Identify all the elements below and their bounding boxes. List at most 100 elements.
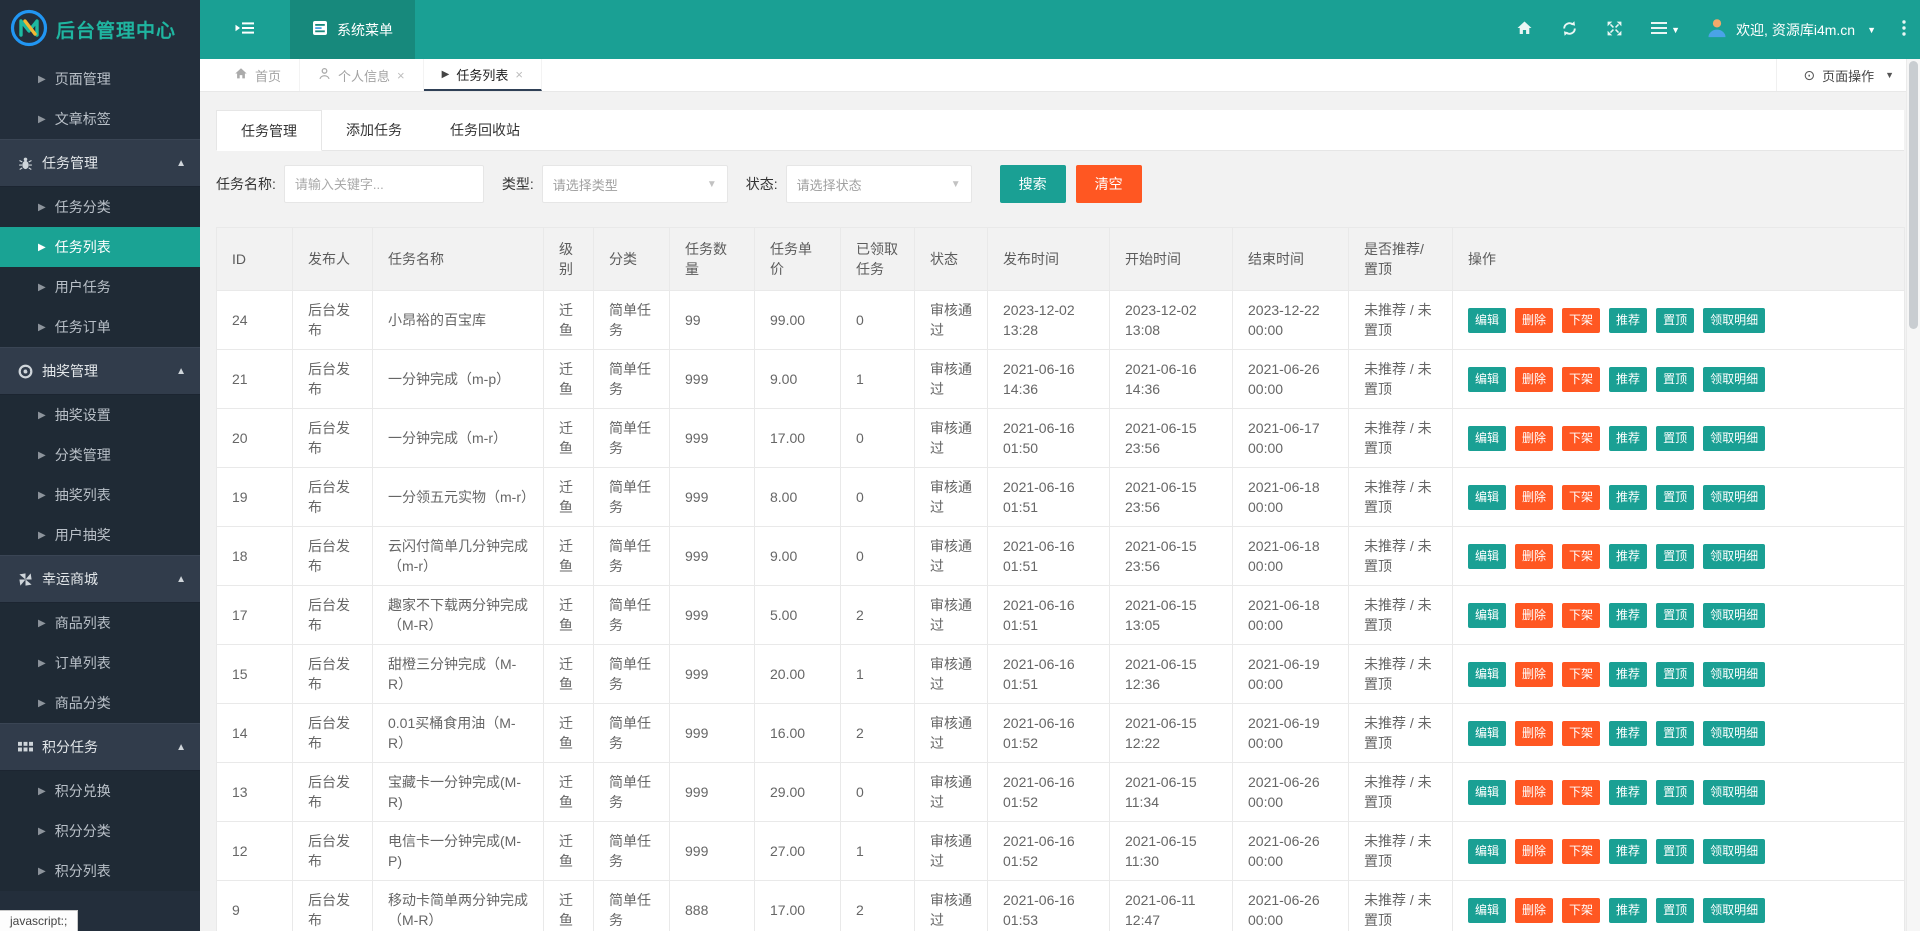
sidebar-item[interactable]: ▶文章标签	[0, 99, 200, 139]
recommend-button[interactable]: 推荐	[1609, 367, 1647, 392]
breadcrumb-tab-task-list[interactable]: ▶ 任务列表 ×	[424, 59, 542, 91]
delete-button[interactable]: 删除	[1515, 721, 1553, 746]
claim-detail-button[interactable]: 领取明细	[1703, 367, 1765, 392]
claim-detail-button[interactable]: 领取明细	[1703, 426, 1765, 451]
offshelf-button[interactable]: 下架	[1562, 485, 1600, 510]
sidebar-item[interactable]: ▶商品列表	[0, 603, 200, 643]
user-menu[interactable]: 欢迎, 资源库i4m.cn ▼	[1694, 17, 1888, 42]
pin-button[interactable]: 置顶	[1656, 485, 1694, 510]
recommend-button[interactable]: 推荐	[1609, 426, 1647, 451]
pin-button[interactable]: 置顶	[1656, 780, 1694, 805]
pin-button[interactable]: 置顶	[1656, 898, 1694, 923]
recommend-button[interactable]: 推荐	[1609, 544, 1647, 569]
pin-button[interactable]: 置顶	[1656, 308, 1694, 333]
breadcrumb-tab-profile[interactable]: 个人信息 ×	[300, 59, 424, 91]
refresh-button[interactable]	[1547, 0, 1592, 59]
delete-button[interactable]: 删除	[1515, 780, 1553, 805]
status-select[interactable]: 请选择状态 ▼	[786, 165, 972, 203]
offshelf-button[interactable]: 下架	[1562, 898, 1600, 923]
sidebar-item[interactable]: ▶任务分类	[0, 187, 200, 227]
system-menu-tab[interactable]: 系统菜单	[290, 0, 415, 59]
recommend-button[interactable]: 推荐	[1609, 780, 1647, 805]
pin-button[interactable]: 置顶	[1656, 839, 1694, 864]
recommend-button[interactable]: 推荐	[1609, 485, 1647, 510]
offshelf-button[interactable]: 下架	[1562, 721, 1600, 746]
offshelf-button[interactable]: 下架	[1562, 839, 1600, 864]
sidebar-group-item[interactable]: 幸运商城▲	[0, 555, 200, 603]
edit-button[interactable]: 编辑	[1468, 485, 1506, 510]
sidebar-group-item[interactable]: 积分任务▲	[0, 723, 200, 771]
claim-detail-button[interactable]: 领取明细	[1703, 603, 1765, 628]
sidebar-item[interactable]: ▶抽奖设置	[0, 395, 200, 435]
sidebar-item[interactable]: ▶页面管理	[0, 59, 200, 99]
search-button[interactable]: 搜索	[1000, 165, 1066, 203]
delete-button[interactable]: 删除	[1515, 308, 1553, 333]
recommend-button[interactable]: 推荐	[1609, 308, 1647, 333]
offshelf-button[interactable]: 下架	[1562, 662, 1600, 687]
offshelf-button[interactable]: 下架	[1562, 426, 1600, 451]
claim-detail-button[interactable]: 领取明细	[1703, 839, 1765, 864]
pin-button[interactable]: 置顶	[1656, 721, 1694, 746]
recommend-button[interactable]: 推荐	[1609, 839, 1647, 864]
edit-button[interactable]: 编辑	[1468, 367, 1506, 392]
sidebar-item[interactable]: ▶分类管理	[0, 435, 200, 475]
edit-button[interactable]: 编辑	[1468, 780, 1506, 805]
close-icon[interactable]: ×	[515, 67, 523, 82]
sidebar-item[interactable]: ▶积分兑换	[0, 771, 200, 811]
edit-button[interactable]: 编辑	[1468, 426, 1506, 451]
edit-button[interactable]: 编辑	[1468, 662, 1506, 687]
tab-task-recycle[interactable]: 任务回收站	[426, 110, 544, 150]
clear-button[interactable]: 清空	[1076, 165, 1142, 203]
close-icon[interactable]: ×	[397, 68, 405, 83]
delete-button[interactable]: 删除	[1515, 426, 1553, 451]
tab-task-manage[interactable]: 任务管理	[216, 110, 322, 151]
claim-detail-button[interactable]: 领取明细	[1703, 780, 1765, 805]
sidebar-item[interactable]: ▶用户任务	[0, 267, 200, 307]
breadcrumb-tab-home[interactable]: 首页	[216, 59, 300, 91]
claim-detail-button[interactable]: 领取明细	[1703, 308, 1765, 333]
sidebar-item[interactable]: ▶积分列表	[0, 851, 200, 891]
pin-button[interactable]: 置顶	[1656, 603, 1694, 628]
edit-button[interactable]: 编辑	[1468, 721, 1506, 746]
task-name-input[interactable]	[284, 165, 484, 203]
vertical-scrollbar[interactable]	[1906, 59, 1920, 931]
sidebar-group-item[interactable]: 抽奖管理▲	[0, 347, 200, 395]
sidebar-item[interactable]: ▶积分分类	[0, 811, 200, 851]
edit-button[interactable]: 编辑	[1468, 603, 1506, 628]
sidebar-item[interactable]: ▶用户抽奖	[0, 515, 200, 555]
recommend-button[interactable]: 推荐	[1609, 662, 1647, 687]
recommend-button[interactable]: 推荐	[1609, 603, 1647, 628]
edit-button[interactable]: 编辑	[1468, 898, 1506, 923]
scrollbar-thumb[interactable]	[1909, 61, 1918, 329]
edit-button[interactable]: 编辑	[1468, 544, 1506, 569]
more-button[interactable]	[1888, 0, 1920, 59]
offshelf-button[interactable]: 下架	[1562, 308, 1600, 333]
recommend-button[interactable]: 推荐	[1609, 898, 1647, 923]
pin-button[interactable]: 置顶	[1656, 662, 1694, 687]
claim-detail-button[interactable]: 领取明细	[1703, 662, 1765, 687]
delete-button[interactable]: 删除	[1515, 603, 1553, 628]
home-button[interactable]	[1502, 0, 1547, 59]
fullscreen-button[interactable]	[1592, 0, 1637, 59]
delete-button[interactable]: 删除	[1515, 898, 1553, 923]
delete-button[interactable]: 删除	[1515, 662, 1553, 687]
edit-button[interactable]: 编辑	[1468, 839, 1506, 864]
claim-detail-button[interactable]: 领取明细	[1703, 544, 1765, 569]
layout-menu-button[interactable]: ▼	[1637, 0, 1694, 59]
sidebar-item[interactable]: ▶商品分类	[0, 683, 200, 723]
sidebar-item[interactable]: ▶订单列表	[0, 643, 200, 683]
pin-button[interactable]: 置顶	[1656, 367, 1694, 392]
sidebar-item[interactable]: ▶抽奖列表	[0, 475, 200, 515]
offshelf-button[interactable]: 下架	[1562, 367, 1600, 392]
sidebar-item[interactable]: ▶任务订单	[0, 307, 200, 347]
page-operations-button[interactable]: ⊙ 页面操作 ▼	[1776, 59, 1920, 91]
sidebar-collapse-button[interactable]	[200, 0, 290, 59]
claim-detail-button[interactable]: 领取明细	[1703, 485, 1765, 510]
edit-button[interactable]: 编辑	[1468, 308, 1506, 333]
sidebar-group-item[interactable]: 任务管理▲	[0, 139, 200, 187]
sidebar-item[interactable]: ▶任务列表	[0, 227, 200, 267]
claim-detail-button[interactable]: 领取明细	[1703, 898, 1765, 923]
tab-add-task[interactable]: 添加任务	[322, 110, 426, 150]
pin-button[interactable]: 置顶	[1656, 544, 1694, 569]
delete-button[interactable]: 删除	[1515, 544, 1553, 569]
